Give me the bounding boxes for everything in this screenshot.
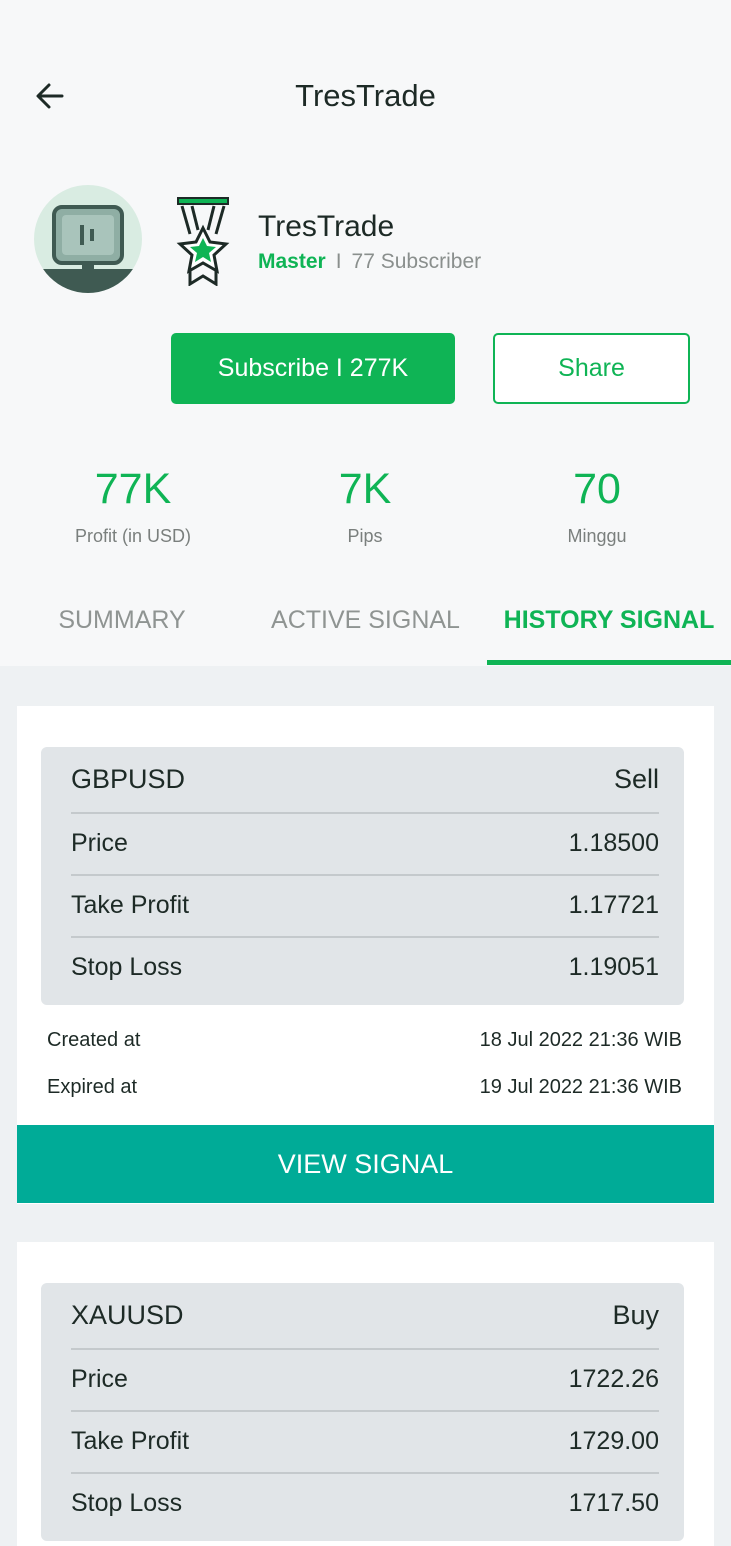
price-label: Price (71, 829, 128, 857)
take-profit-row: Take Profit 1.17721 (71, 891, 659, 920)
signal-list[interactable]: GBPUSD Sell Price 1.18500 Take Profit 1.… (0, 666, 731, 1546)
take-profit-value: 1729.00 (568, 1427, 659, 1455)
tab-bar: SUMMARY ACTIVE SIGNAL HISTORY SIGNAL (0, 596, 731, 666)
take-profit-label: Take Profit (71, 1427, 190, 1455)
subscribe-button[interactable]: Subscribe I 277K (171, 333, 455, 404)
meta-separator: I (335, 250, 342, 273)
price-value: 1722.26 (568, 1365, 659, 1393)
stop-loss-label: Stop Loss (71, 1489, 183, 1517)
divider (71, 1472, 659, 1474)
signal-header: XAUUSD Buy (71, 1300, 659, 1331)
profile-section: TresTrade Master I 77 Subscriber Subscribe… (0, 146, 731, 666)
expired-value: 19 Jul 2022 21:36 WIB (479, 1076, 682, 1098)
page-title: TresTrade (295, 78, 436, 113)
take-profit-value: 1.17721 (568, 891, 659, 919)
stat-value: 70 (573, 465, 621, 513)
created-at-row: Created at 18 Jul 2022 21:36 WIB (47, 1029, 682, 1052)
signal-card: XAUUSD Buy Price 1722.26 Take Profit 172… (17, 1242, 714, 1546)
stop-loss-label: Stop Loss (71, 953, 183, 981)
tab-active-signal[interactable]: ACTIVE SIGNAL (244, 596, 487, 666)
take-profit-label: Take Profit (71, 891, 190, 919)
expired-label: Expired at (47, 1076, 138, 1098)
stat-value: 7K (338, 465, 392, 513)
take-profit-row: Take Profit 1729.00 (71, 1427, 659, 1456)
stat-weeks: 70 Minggu (482, 464, 712, 547)
stat-pips: 7K Pips (250, 464, 480, 547)
price-row: Price 1722.26 (71, 1365, 659, 1394)
active-tab-indicator (487, 660, 731, 665)
divider (71, 1348, 659, 1350)
stat-value: 77K (94, 465, 172, 513)
stat-label: Profit (in USD) (74, 526, 191, 546)
created-label: Created at (47, 1029, 141, 1051)
subscriber-count: 77 Subscriber (351, 250, 482, 273)
signal-pair: XAUUSD (71, 1300, 184, 1330)
level-badge: Master (258, 250, 326, 273)
price-label: Price (71, 1365, 128, 1393)
divider (71, 1410, 659, 1412)
created-value: 18 Jul 2022 21:36 WIB (479, 1029, 682, 1051)
signal-card: GBPUSD Sell Price 1.18500 Take Profit 1.… (17, 706, 714, 1204)
tab-summary[interactable]: SUMMARY (0, 596, 244, 666)
divider (71, 812, 659, 814)
profile-name: TresTrade (258, 210, 395, 243)
price-row: Price 1.18500 (71, 829, 659, 858)
signal-details: XAUUSD Buy Price 1722.26 Take Profit 172… (41, 1283, 684, 1541)
stop-loss-row: Stop Loss 1.19051 (71, 953, 659, 982)
avatar (34, 185, 142, 293)
stop-loss-value: 1717.50 (568, 1489, 659, 1517)
signal-details: GBPUSD Sell Price 1.18500 Take Profit 1.… (41, 747, 684, 1005)
signal-direction: Buy (612, 1300, 659, 1330)
signal-header: GBPUSD Sell (71, 764, 659, 795)
divider (71, 874, 659, 876)
stat-label: Pips (347, 526, 383, 546)
stat-label: Minggu (567, 526, 627, 546)
stop-loss-row: Stop Loss 1717.50 (71, 1489, 659, 1518)
expired-at-row: Expired at 19 Jul 2022 21:36 WIB (47, 1076, 682, 1099)
stat-profit: 77K Profit (in USD) (18, 464, 248, 547)
signal-pair: GBPUSD (71, 764, 186, 794)
stop-loss-value: 1.19051 (568, 953, 659, 981)
price-value: 1.18500 (568, 829, 659, 857)
signal-direction: Sell (613, 764, 659, 794)
master-medal-icon (168, 194, 238, 287)
app-bar: TresTrade (0, 0, 731, 146)
share-button[interactable]: Share (493, 333, 690, 404)
divider (71, 936, 659, 938)
tab-history-signal[interactable]: HISTORY SIGNAL (487, 596, 731, 666)
view-signal-button[interactable]: VIEW SIGNAL (17, 1125, 714, 1203)
profile-meta: Master I 77 Subscriber (258, 250, 481, 274)
